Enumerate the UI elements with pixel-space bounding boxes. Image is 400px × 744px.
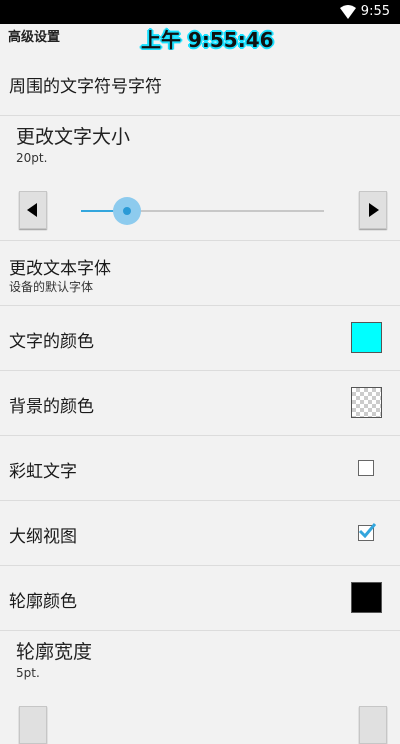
text-color-swatch[interactable] — [351, 322, 382, 353]
status-time: 9:55 — [360, 4, 390, 19]
setting-label: 轮廓宽度 — [16, 641, 93, 663]
setting-outline-view[interactable]: 大纲视图 — [0, 501, 400, 566]
setting-value: 20pt. — [16, 151, 48, 165]
status-bar: 9:55 — [0, 0, 400, 24]
setting-label: 轮廓颜色 — [9, 592, 77, 612]
setting-outline-width: 轮廓宽度 5pt. — [0, 631, 400, 744]
setting-label: 周围的文字符号字符 — [9, 77, 162, 97]
title-bar: 高级设置 上午 9:55:46 — [0, 24, 400, 52]
setting-text-size: 更改文字大小 20pt. — [0, 116, 400, 241]
setting-label: 更改文本字体 — [9, 259, 111, 279]
setting-surrounding-chars[interactable]: 周围的文字符号字符 — [0, 50, 400, 116]
outline-color-swatch[interactable] — [351, 582, 382, 613]
wifi-icon — [340, 5, 356, 19]
page-title: 高级设置 — [8, 30, 61, 45]
rainbow-checkbox[interactable] — [358, 460, 374, 476]
bg-color-swatch[interactable] — [351, 387, 382, 418]
increase-button[interactable] — [359, 706, 387, 744]
setting-rainbow[interactable]: 彩虹文字 — [0, 436, 400, 501]
setting-label: 大纲视图 — [9, 527, 77, 547]
setting-label: 背景的颜色 — [9, 397, 94, 417]
setting-label: 更改文字大小 — [16, 126, 131, 148]
arrow-left-icon — [27, 203, 37, 217]
setting-label: 彩虹文字 — [9, 462, 77, 482]
setting-text-color[interactable]: 文字的颜色 — [0, 306, 400, 371]
increase-button[interactable] — [359, 191, 387, 229]
setting-label: 文字的颜色 — [9, 332, 94, 352]
decrease-button[interactable] — [19, 191, 47, 229]
clock-overlay: 上午 9:55:46 — [141, 28, 274, 52]
decrease-button[interactable] — [19, 706, 47, 744]
setting-sub: 设备的默认字体 — [9, 280, 94, 294]
arrow-right-icon — [369, 203, 379, 217]
setting-bg-color[interactable]: 背景的颜色 — [0, 371, 400, 436]
setting-value: 5pt. — [16, 666, 40, 680]
checkmark-icon — [358, 523, 376, 538]
outline-view-checkbox[interactable] — [358, 523, 376, 541]
setting-outline-color[interactable]: 轮廓颜色 — [0, 566, 400, 631]
setting-font[interactable]: 更改文本字体 设备的默认字体 — [0, 241, 400, 306]
